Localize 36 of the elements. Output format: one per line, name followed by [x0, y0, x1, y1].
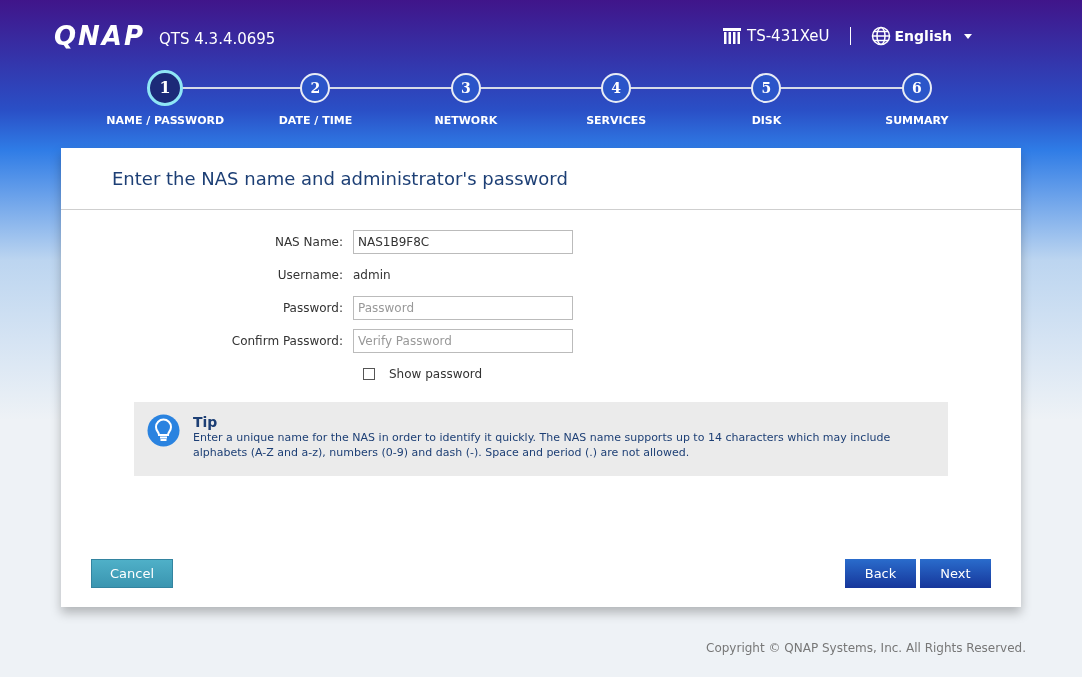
- next-button[interactable]: Next: [920, 559, 991, 588]
- field-value: admin: [353, 267, 391, 284]
- copyright-text: Copyright © QNAP Systems, Inc. All Rights Reserved.: [706, 640, 1026, 657]
- field-label: Password:: [281, 300, 344, 317]
- checkbox[interactable]: [363, 368, 375, 380]
- lightbulb-icon: [147, 414, 180, 447]
- logo: QNAP: [54, 19, 146, 53]
- step-marker[interactable]: 2: [300, 73, 331, 103]
- caret-icon: [964, 33, 972, 39]
- step-label: NAME / PASSWORD: [106, 113, 225, 129]
- globe-icon: [870, 26, 891, 46]
- step-marker[interactable]: 6: [901, 73, 932, 103]
- input-field[interactable]: Verify Password: [353, 329, 573, 353]
- panel-title: Enter the NAS name and administrator's password: [112, 167, 568, 191]
- field-label: Confirm Password:: [230, 333, 344, 350]
- step-marker[interactable]: 3: [450, 73, 481, 103]
- step-label: NETWORK: [434, 113, 498, 129]
- language-selector[interactable]: English: [870, 25, 972, 47]
- field-label: Username:: [276, 267, 344, 284]
- step-marker[interactable]: 4: [601, 73, 632, 103]
- server-icon: [723, 27, 741, 45]
- step-marker[interactable]: 1: [147, 70, 184, 106]
- step-label: DATE / TIME: [278, 113, 353, 129]
- step-marker[interactable]: 5: [751, 73, 782, 103]
- step-label: DISK: [751, 113, 782, 129]
- step-label: SUMMARY: [885, 113, 949, 129]
- tip-text: Enter a unique name for the NAS in order to identify it quickly. The NAS name supports up to 14 characters which may include alphabets (A-Z and a-z), numbers (0-9) and dash (-). Space and period (.) are not allowed.: [193, 430, 892, 460]
- tip-title: Tip: [193, 414, 219, 430]
- field-label: NAS Name:: [273, 234, 344, 251]
- step-label: SERVICES: [586, 113, 647, 129]
- input-field[interactable]: Password: [353, 296, 573, 320]
- input-field[interactable]: NAS1B9F8C: [353, 230, 573, 254]
- device-name: TS-431XeU: [747, 25, 830, 47]
- checkbox-label[interactable]: Show password: [389, 365, 483, 383]
- back-button[interactable]: Back: [845, 559, 916, 588]
- version-label: QTS 4.3.4.0695: [159, 28, 276, 50]
